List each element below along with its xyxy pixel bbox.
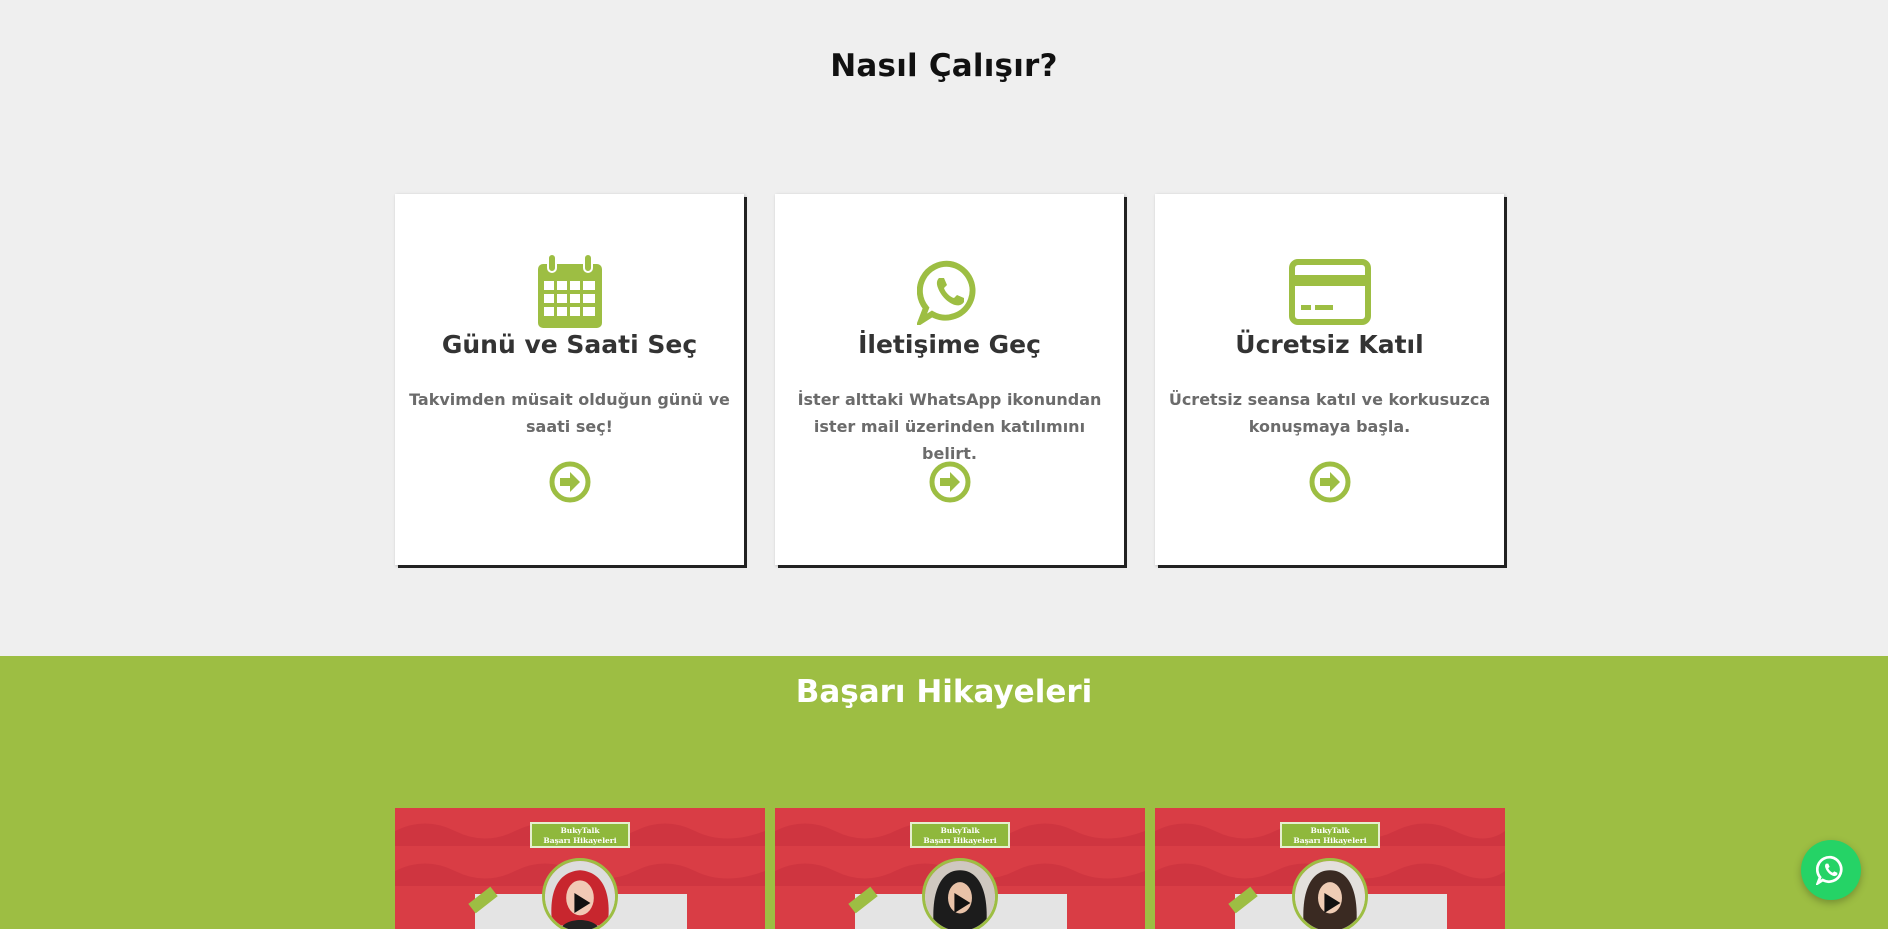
story-ribbon: BukyTalk Başarı Hikayeleri	[530, 822, 630, 848]
step-title: İletişime Geç	[858, 330, 1041, 359]
whatsapp-chat-button[interactable]	[1801, 840, 1861, 900]
step-card-join-free: Ücretsiz Katıl Ücretsiz seansa katıl ve …	[1155, 194, 1504, 565]
success-stories-title: Başarı Hikayeleri	[795, 674, 1093, 710]
whatsapp-icon	[905, 252, 995, 332]
story-video-card[interactable]: BukyTalk Başarı Hikayeleri	[775, 808, 1145, 929]
arrow-right-circle-icon[interactable]	[1309, 461, 1351, 503]
calendar-icon	[525, 252, 615, 332]
play-icon[interactable]	[954, 893, 971, 913]
how-it-works-section: Nasıl Çalışır? Günü ve Saati Seç Takvimd…	[0, 0, 1888, 656]
ribbon-brand: BukyTalk	[1310, 826, 1350, 835]
success-stories-section: Başarı Hikayeleri BukyTalk Başarı Hikaye…	[0, 656, 1888, 929]
step-description: Takvimden müsait olduğun günü ve saati s…	[409, 390, 730, 436]
story-video-card[interactable]: BukyTalk Başarı Hikayeleri	[1155, 808, 1505, 929]
story-ribbon: BukyTalk Başarı Hikayeleri	[910, 822, 1010, 848]
step-title: Ücretsiz Katıl	[1235, 330, 1424, 359]
step-card-select-date: Günü ve Saati Seç Takvimden müsait olduğ…	[395, 194, 744, 565]
ribbon-caption: Başarı Hikayeleri	[923, 836, 997, 845]
arrow-right-circle-icon[interactable]	[549, 461, 591, 503]
arrow-right-circle-icon[interactable]	[929, 461, 971, 503]
step-card-contact: İletişime Geç İster alttaki WhatsApp iko…	[775, 194, 1124, 565]
story-video-card[interactable]: BukyTalk Başarı Hikayeleri	[395, 808, 765, 929]
whatsapp-icon	[1816, 855, 1843, 885]
credit-card-icon	[1285, 252, 1375, 332]
step-title: Günü ve Saati Seç	[441, 330, 698, 359]
step-description: İster alttaki WhatsApp ikonundan ister m…	[797, 390, 1102, 463]
ribbon-brand: BukyTalk	[560, 826, 600, 835]
ribbon-caption: Başarı Hikayeleri	[1293, 836, 1367, 845]
play-icon[interactable]	[1324, 893, 1341, 913]
play-icon[interactable]	[574, 893, 591, 913]
story-ribbon: BukyTalk Başarı Hikayeleri	[1280, 822, 1380, 848]
ribbon-brand: BukyTalk	[940, 826, 980, 835]
step-description: Ücretsiz seansa katıl ve korkusuzca konu…	[1168, 390, 1491, 436]
ribbon-caption: Başarı Hikayeleri	[543, 836, 617, 845]
how-it-works-title: Nasıl Çalışır?	[830, 48, 1058, 84]
